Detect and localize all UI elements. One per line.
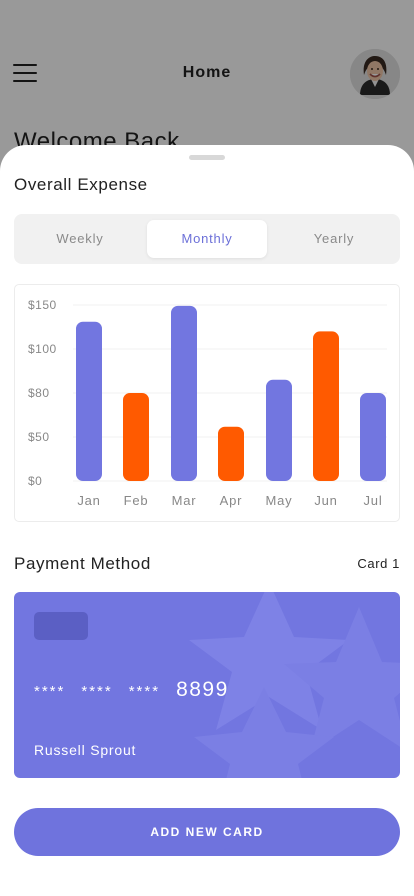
y-tick-label: $150 xyxy=(28,298,57,312)
card-masked-group: **** xyxy=(81,683,113,700)
card-number: **** **** **** 8899 xyxy=(34,678,229,702)
bar-feb[interactable] xyxy=(123,393,149,481)
card-masked-group: **** xyxy=(128,683,161,700)
x-tick-label: Jul xyxy=(363,493,382,508)
bar-jun[interactable] xyxy=(313,331,339,481)
bar-jul[interactable] xyxy=(360,393,386,481)
period-tabs: Weekly Monthly Yearly xyxy=(14,214,400,264)
bottom-sheet: Overall Expense Weekly Monthly Yearly $0… xyxy=(0,145,414,896)
tab-monthly[interactable]: Monthly xyxy=(147,220,267,258)
tab-weekly[interactable]: Weekly xyxy=(20,220,140,258)
bar-jan[interactable] xyxy=(76,321,102,481)
tab-yearly[interactable]: Yearly xyxy=(274,220,394,258)
y-tick-label: $0 xyxy=(28,474,42,488)
x-tick-label: Mar xyxy=(172,493,197,508)
card-masked-group: **** xyxy=(34,683,66,700)
x-tick-label: Jan xyxy=(77,493,100,508)
sheet-drag-handle[interactable] xyxy=(189,155,225,160)
x-tick-label: May xyxy=(266,493,293,508)
y-tick-label: $100 xyxy=(28,342,57,356)
expense-bar-chart: $0 $50 $80 $100 $150 Jan Feb Mar Apr May Jun Jul xyxy=(28,298,387,508)
bar-may[interactable] xyxy=(266,379,292,481)
card-chip-icon xyxy=(34,612,88,640)
overall-expense-title: Overall Expense xyxy=(14,175,148,194)
x-tick-label: Jun xyxy=(314,493,337,508)
expense-chart: $0 $50 $80 $100 $150 Jan Feb Mar Apr May Jun Jul xyxy=(14,284,400,522)
payment-card[interactable]: **** **** **** 8899 Russell Sprout xyxy=(14,592,400,778)
x-tick-label: Feb xyxy=(124,493,149,508)
card-selector-label[interactable]: Card 1 xyxy=(357,556,400,571)
bar-mar[interactable] xyxy=(171,305,197,481)
add-new-card-button[interactable]: ADD NEW CARD xyxy=(14,808,400,856)
card-last-four: 8899 xyxy=(176,678,229,701)
y-tick-label: $50 xyxy=(28,430,50,444)
x-tick-label: Apr xyxy=(220,493,243,508)
bar-apr[interactable] xyxy=(218,426,244,481)
payment-method-title: Payment Method xyxy=(14,554,151,573)
card-holder-name: Russell Sprout xyxy=(34,742,137,758)
y-tick-label: $80 xyxy=(28,386,50,400)
